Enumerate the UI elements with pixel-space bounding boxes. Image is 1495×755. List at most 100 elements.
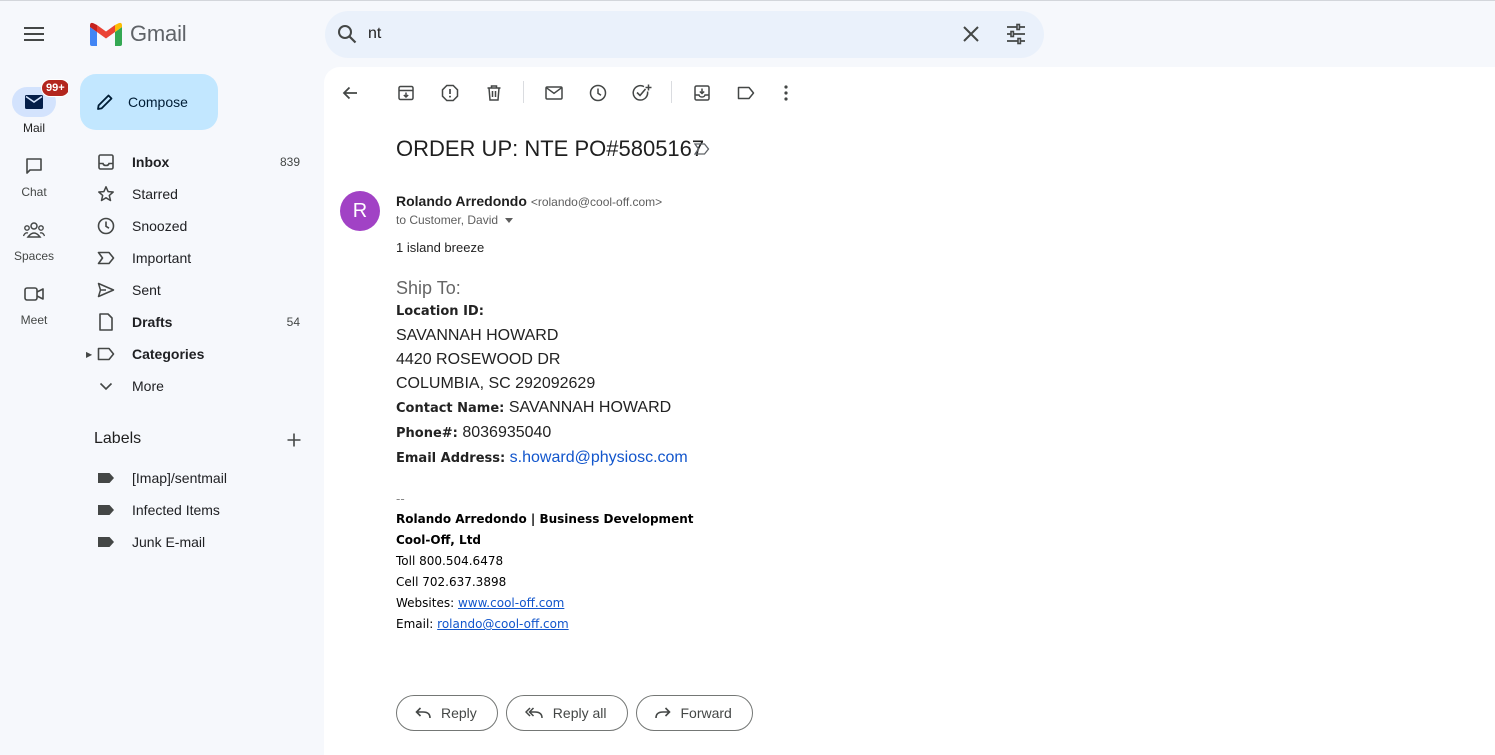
signature-separator: -- [396, 492, 405, 506]
phone-value: 8036935040 [462, 424, 552, 441]
nav-item-drafts[interactable]: Drafts 54 [68, 306, 324, 338]
search-options-button[interactable] [1005, 23, 1027, 45]
reply-button[interactable]: Reply [396, 695, 498, 731]
label-item[interactable]: [Imap]/sentmail [68, 462, 324, 494]
back-button[interactable] [338, 81, 362, 105]
rail-item-chat[interactable]: Chat [0, 151, 68, 199]
clock-icon [589, 84, 607, 102]
tune-icon [1007, 23, 1025, 45]
label-item[interactable]: Junk E-mail [68, 526, 324, 558]
address-name: SAVANNAH HOWARD [396, 327, 559, 344]
recipients-text: to Customer, David [396, 213, 499, 227]
spaces-icon [12, 215, 56, 245]
more-options-button[interactable] [774, 81, 798, 105]
clear-search-button[interactable] [961, 24, 981, 44]
meet-icon [12, 279, 56, 309]
caret-down-icon [505, 217, 514, 223]
main-menu-button[interactable] [18, 18, 50, 50]
draft-icon [96, 312, 116, 332]
chevron-down-icon [96, 376, 116, 396]
reply-all-icon [524, 707, 543, 719]
trash-icon [487, 85, 501, 101]
more-vert-icon [784, 85, 788, 101]
archive-button[interactable] [394, 81, 418, 105]
expand-caret-icon[interactable]: ▶ [86, 350, 92, 359]
rail-item-meet[interactable]: Meet [0, 279, 68, 327]
reply-icon [415, 707, 431, 719]
customer-email-link[interactable]: s.howard@physiosc.com [510, 449, 688, 466]
close-icon [963, 26, 979, 42]
reply-all-label: Reply all [552, 705, 607, 721]
label-name: Infected Items [132, 502, 220, 518]
importance-marker-icon[interactable] [694, 143, 710, 155]
mark-unread-button[interactable] [542, 81, 566, 105]
contact-name-value: SAVANNAH HOWARD [508, 399, 672, 416]
nav-label-important: Important [132, 250, 192, 266]
email-address-label: Email Address: [396, 451, 506, 466]
search-bar [325, 11, 1044, 58]
body-first-line: 1 island breeze [396, 240, 485, 255]
signature: -- Rolando Arredondo | Business Developm… [396, 489, 693, 635]
nav-item-starred[interactable]: Starred [68, 178, 324, 210]
plus-icon [287, 433, 301, 447]
labels-button[interactable] [734, 81, 758, 105]
forward-label: Forward [680, 705, 732, 721]
nav-label-more: More [132, 378, 164, 394]
labels-header: Labels [94, 430, 142, 447]
nav-item-important[interactable]: Important [68, 242, 324, 274]
gmail-logo-text: Gmail [130, 21, 187, 46]
arrow-back-icon [342, 86, 357, 100]
recipients-line[interactable]: to Customer, David [396, 213, 514, 227]
sender-line: Rolando Arredondo <rolando@cool-off.com> [396, 193, 662, 209]
archive-icon [398, 85, 414, 101]
nav-item-categories[interactable]: ▶ Categories [68, 338, 324, 370]
move-to-button[interactable] [690, 81, 714, 105]
compose-button[interactable]: Compose [80, 74, 218, 130]
rail-item-mail[interactable]: 99+ Mail [0, 79, 70, 135]
reply-label: Reply [441, 705, 477, 721]
move-to-inbox-icon [694, 85, 710, 101]
label-tag-icon [96, 468, 116, 488]
signature-website-label: Websites: [396, 596, 455, 610]
label-item[interactable]: Infected Items [68, 494, 324, 526]
reply-all-button[interactable]: Reply all [505, 695, 628, 731]
forward-button[interactable]: Forward [635, 695, 753, 731]
report-spam-icon [441, 84, 459, 102]
label-icon [96, 344, 116, 364]
chat-icon [12, 151, 56, 181]
nav-item-more[interactable]: More [68, 370, 324, 402]
mail-outline-icon [545, 86, 563, 100]
sender-email-link[interactable]: rolando@cool-off.com [437, 617, 568, 631]
hamburger-icon [24, 27, 44, 41]
website-link[interactable]: www.cool-off.com [458, 596, 564, 610]
nav-label-drafts: Drafts [132, 314, 173, 330]
report-spam-button[interactable] [438, 81, 462, 105]
create-label-button[interactable] [282, 428, 306, 452]
ship-to-heading: Ship To: [396, 278, 461, 298]
add-to-tasks-button[interactable] [630, 81, 654, 105]
sender-avatar[interactable]: R [340, 191, 380, 231]
reply-actions: Reply Reply all Forward [396, 695, 753, 731]
inbox-icon [96, 152, 116, 172]
sender-name[interactable]: Rolando Arredondo [396, 193, 527, 209]
rail-label-meet: Meet [20, 313, 48, 327]
clock-icon [96, 216, 116, 236]
rail-item-spaces[interactable]: Spaces [0, 215, 68, 263]
toolbar-divider [523, 81, 524, 103]
nav-item-inbox[interactable]: Inbox 839 [68, 146, 324, 178]
nav-item-sent[interactable]: Sent [68, 274, 324, 306]
label-tag-icon [96, 532, 116, 552]
search-input[interactable] [368, 22, 928, 46]
search-icon[interactable] [337, 24, 357, 44]
delete-button[interactable] [482, 81, 506, 105]
add-task-icon [632, 84, 652, 101]
snooze-button[interactable] [586, 81, 610, 105]
drafts-count: 54 [286, 315, 300, 329]
contact-name-label: Contact Name: [396, 401, 505, 416]
phone-label: Phone#: [396, 426, 458, 441]
label-name: Junk E-mail [132, 534, 206, 550]
sender-email: <rolando@cool-off.com> [530, 195, 663, 209]
nav-item-snoozed[interactable]: Snoozed [68, 210, 324, 242]
gmail-m-icon [90, 22, 122, 46]
gmail-logo[interactable]: Gmail [90, 21, 187, 47]
